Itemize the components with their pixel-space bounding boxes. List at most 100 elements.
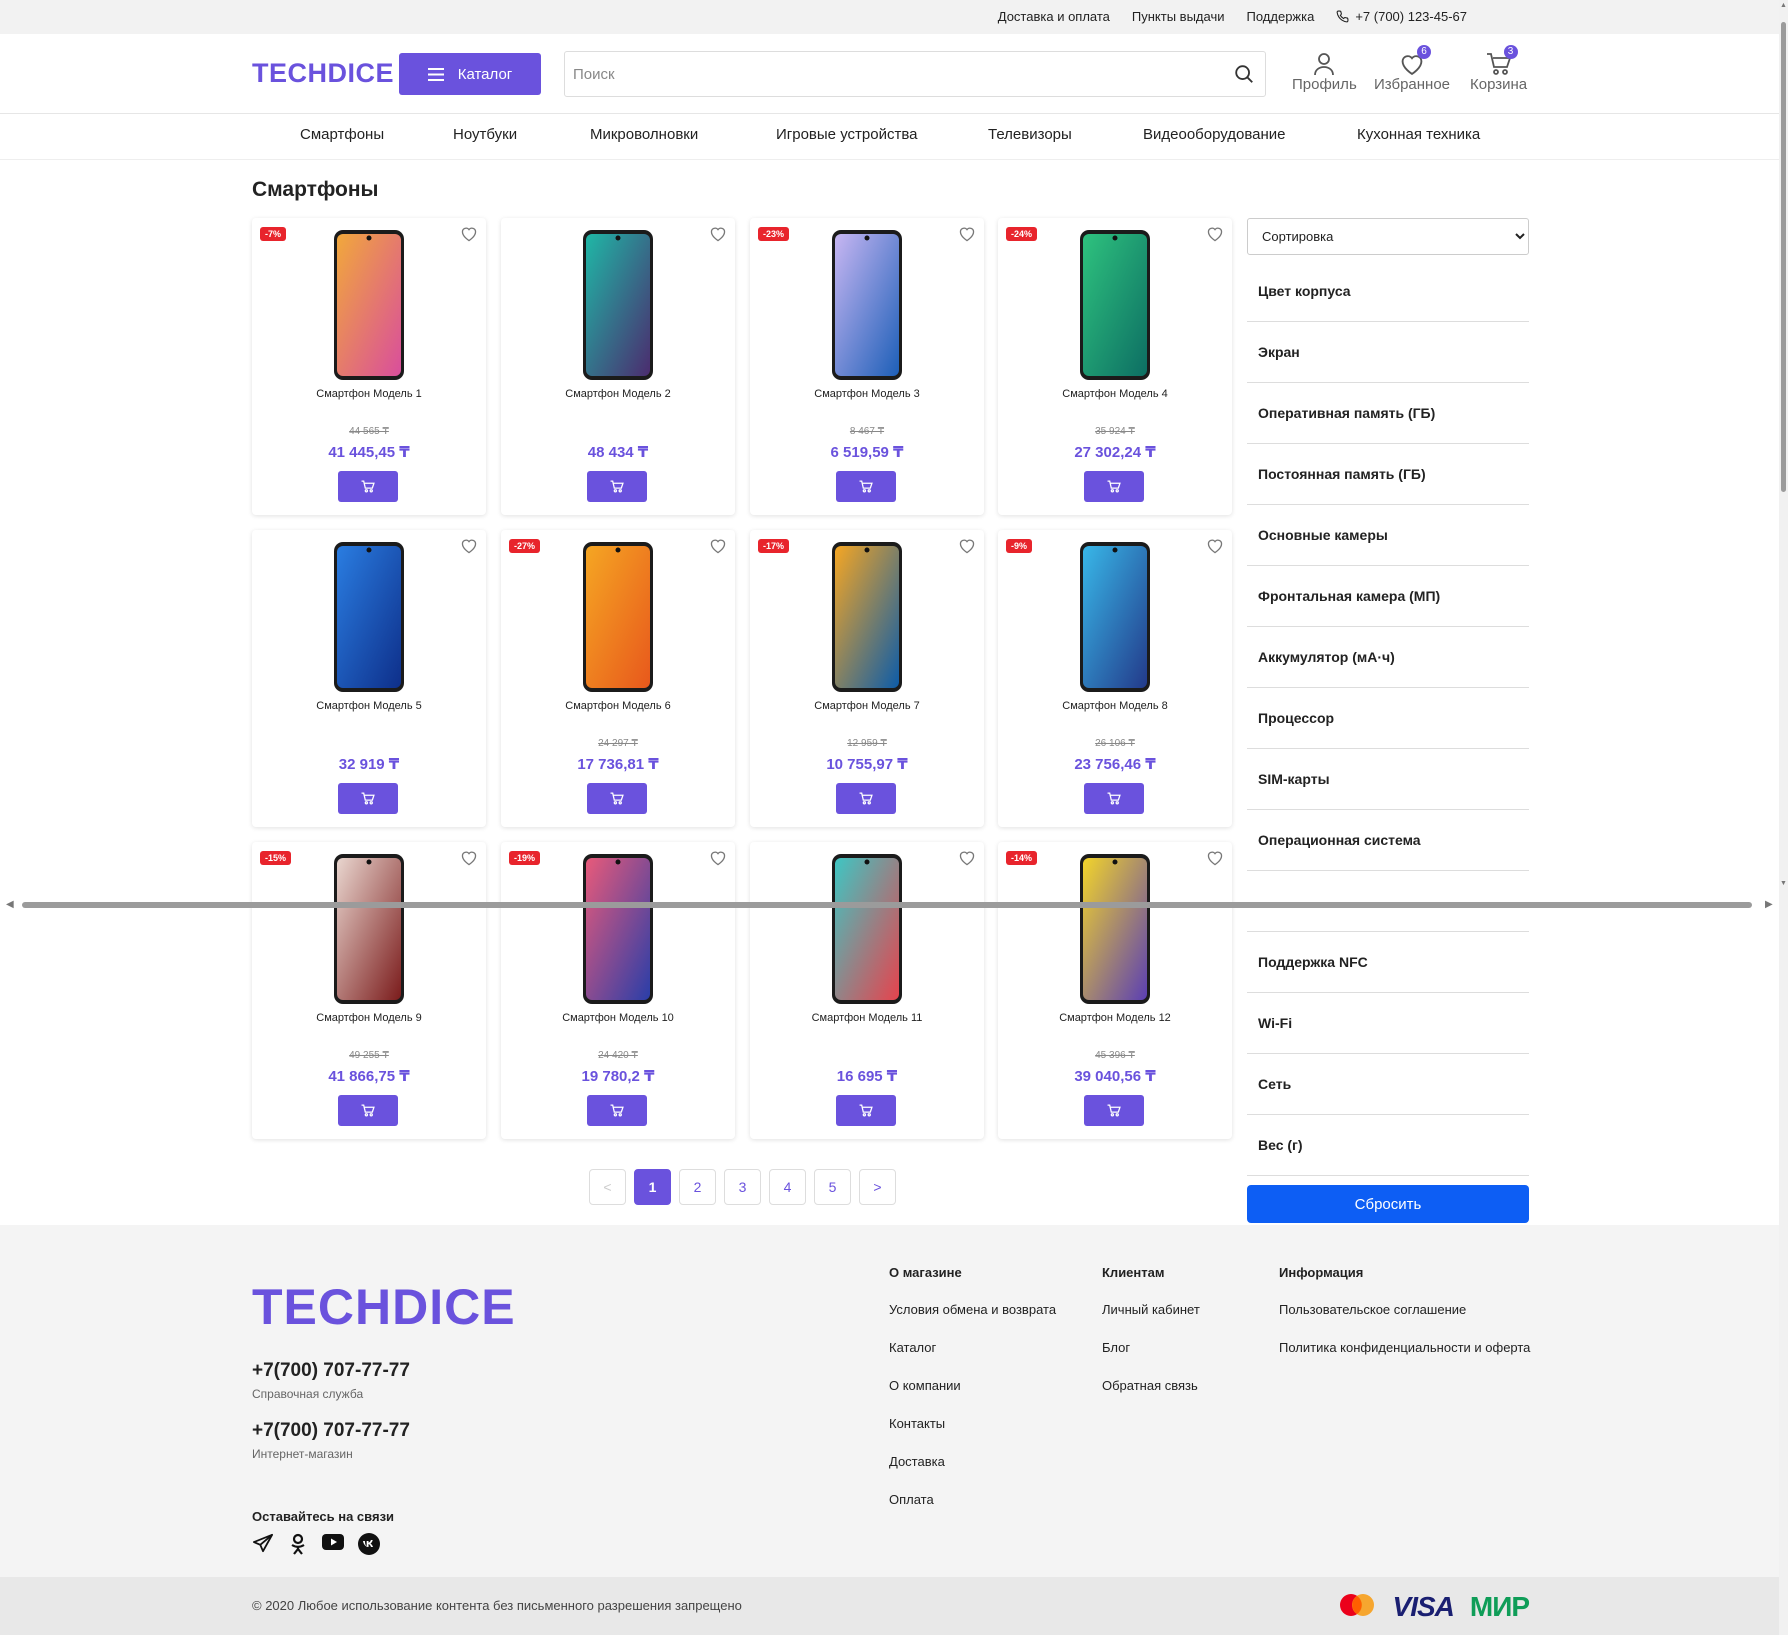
product-name[interactable]: Смартфон Модель 11 bbox=[750, 1012, 984, 1024]
footer-phone-shop[interactable]: +7(700) 707-77-77 bbox=[252, 1420, 410, 1442]
favorite-heart-icon[interactable] bbox=[460, 538, 478, 559]
product-image[interactable] bbox=[831, 853, 903, 1010]
footer-link[interactable]: О компании bbox=[889, 1378, 1056, 1416]
product-card[interactable]: -19% Смартфон Модель 10 24 420 ₸ 19 780,2 … bbox=[501, 842, 735, 1139]
filter-item[interactable]: Поддержка NFC bbox=[1247, 932, 1529, 993]
product-name[interactable]: Смартфон Модель 9 bbox=[252, 1012, 486, 1024]
product-card[interactable]: -23% Смартфон Модель 3 8 467 ₸ 6 519,59 ₸ bbox=[750, 218, 984, 515]
add-to-cart-button[interactable] bbox=[836, 783, 896, 814]
favorite-heart-icon[interactable] bbox=[460, 226, 478, 247]
pagination-page[interactable]: 1 bbox=[634, 1169, 671, 1205]
scroll-left-icon[interactable]: ◀ bbox=[6, 899, 14, 910]
product-card[interactable]: -27% Смартфон Модель 6 24 297 ₸ 17 736,81 … bbox=[501, 530, 735, 827]
search-icon[interactable] bbox=[1233, 63, 1255, 90]
product-image[interactable] bbox=[1079, 229, 1151, 386]
pagination-page[interactable]: 2 bbox=[679, 1169, 716, 1205]
add-to-cart-button[interactable] bbox=[836, 471, 896, 502]
favorite-heart-icon[interactable] bbox=[958, 226, 976, 247]
product-card[interactable]: -17% Смартфон Модель 7 12 959 ₸ 10 755,97 … bbox=[750, 530, 984, 827]
favorite-heart-icon[interactable] bbox=[1206, 850, 1224, 871]
vertical-scrollbar[interactable]: ▲ ▼ bbox=[1779, 0, 1788, 1635]
filter-item[interactable]: Оперативная память (ГБ) bbox=[1247, 383, 1529, 444]
product-name[interactable]: Смартфон Модель 8 bbox=[998, 700, 1232, 712]
pagination-next[interactable]: > bbox=[859, 1169, 896, 1205]
add-to-cart-button[interactable] bbox=[1084, 1095, 1144, 1126]
add-to-cart-button[interactable] bbox=[338, 783, 398, 814]
footer-phone-help[interactable]: +7(700) 707-77-77 bbox=[252, 1360, 410, 1382]
pagination-page[interactable]: 4 bbox=[769, 1169, 806, 1205]
footer-link[interactable]: Блог bbox=[1102, 1340, 1200, 1378]
product-name[interactable]: Смартфон Модель 1 bbox=[252, 388, 486, 400]
odnoklassniki-icon[interactable] bbox=[288, 1533, 308, 1560]
product-image[interactable] bbox=[582, 853, 654, 1010]
product-card[interactable]: Смартфон Модель 2 48 434 ₸ bbox=[501, 218, 735, 515]
add-to-cart-button[interactable] bbox=[338, 471, 398, 502]
product-image[interactable] bbox=[582, 541, 654, 698]
logo[interactable]: TECHDICE bbox=[252, 58, 394, 89]
product-name[interactable]: Смартфон Модель 12 bbox=[998, 1012, 1232, 1024]
sort-select[interactable]: Сортировка bbox=[1247, 218, 1529, 255]
vk-icon[interactable] bbox=[358, 1533, 380, 1560]
delivery-link[interactable]: Доставка и оплата bbox=[998, 9, 1110, 24]
filter-item[interactable]: Экран bbox=[1247, 322, 1529, 383]
filter-item[interactable]: Вес (г) bbox=[1247, 1115, 1529, 1176]
filter-item[interactable]: Постоянная память (ГБ) bbox=[1247, 444, 1529, 505]
footer-link[interactable]: Политика конфиденциальности и оферта bbox=[1279, 1340, 1530, 1378]
pickup-points-link[interactable]: Пункты выдачи bbox=[1132, 9, 1225, 24]
favorite-heart-icon[interactable] bbox=[460, 850, 478, 871]
favorite-heart-icon[interactable] bbox=[1206, 538, 1224, 559]
product-image[interactable] bbox=[1079, 541, 1151, 698]
footer-link[interactable]: Личный кабинет bbox=[1102, 1302, 1200, 1340]
telegram-icon[interactable] bbox=[252, 1533, 274, 1560]
footer-link[interactable]: Условия обмена и возврата bbox=[889, 1302, 1056, 1340]
filter-item[interactable]: Фронтальная камера (МП) bbox=[1247, 566, 1529, 627]
favorite-heart-icon[interactable] bbox=[709, 538, 727, 559]
product-name[interactable]: Смартфон Модель 7 bbox=[750, 700, 984, 712]
scroll-down-icon[interactable]: ▼ bbox=[1780, 880, 1787, 887]
pagination-prev[interactable]: < bbox=[589, 1169, 626, 1205]
product-name[interactable]: Смартфон Модель 6 bbox=[501, 700, 735, 712]
add-to-cart-button[interactable] bbox=[587, 1095, 647, 1126]
filter-item[interactable]: Цвет корпуса bbox=[1247, 261, 1529, 322]
profile-button[interactable]: Профиль bbox=[1292, 48, 1357, 93]
scroll-up-icon[interactable]: ▲ bbox=[1780, 2, 1787, 9]
product-image[interactable] bbox=[333, 229, 405, 386]
pagination-page[interactable]: 5 bbox=[814, 1169, 851, 1205]
filter-item[interactable]: SIM-карты bbox=[1247, 749, 1529, 810]
product-card[interactable]: -14% Смартфон Модель 12 45 396 ₸ 39 040,56… bbox=[998, 842, 1232, 1139]
youtube-icon[interactable] bbox=[322, 1533, 344, 1560]
cart-button[interactable]: 3 Корзина bbox=[1470, 45, 1527, 93]
search-input[interactable] bbox=[565, 52, 1205, 96]
catalog-button[interactable]: Каталог bbox=[399, 53, 541, 95]
footer-link[interactable]: Обратная связь bbox=[1102, 1378, 1200, 1416]
filter-item[interactable]: Сеть bbox=[1247, 1054, 1529, 1115]
product-name[interactable]: Смартфон Модель 2 bbox=[501, 388, 735, 400]
horizontal-scrollbar[interactable]: ◀ ▶ bbox=[0, 896, 1779, 914]
product-image[interactable] bbox=[831, 541, 903, 698]
pagination-page[interactable]: 3 bbox=[724, 1169, 761, 1205]
product-card[interactable]: -9% Смартфон Модель 8 26 106 ₸ 23 756,46 ₸ bbox=[998, 530, 1232, 827]
nav-item-laptops[interactable]: Ноутбуки bbox=[453, 126, 517, 143]
product-card[interactable]: -15% Смартфон Модель 9 49 255 ₸ 41 866,75 … bbox=[252, 842, 486, 1139]
add-to-cart-button[interactable] bbox=[338, 1095, 398, 1126]
favorite-heart-icon[interactable] bbox=[709, 850, 727, 871]
product-name[interactable]: Смартфон Модель 5 bbox=[252, 700, 486, 712]
nav-item-gaming[interactable]: Игровые устройства bbox=[776, 126, 917, 143]
reset-button[interactable]: Сбросить bbox=[1247, 1185, 1529, 1223]
product-name[interactable]: Смартфон Модель 3 bbox=[750, 388, 984, 400]
favorite-heart-icon[interactable] bbox=[958, 850, 976, 871]
nav-item-smartphones[interactable]: Смартфоны bbox=[300, 126, 384, 143]
product-name[interactable]: Смартфон Модель 4 bbox=[998, 388, 1232, 400]
footer-link[interactable]: Контакты bbox=[889, 1416, 1056, 1454]
favorites-button[interactable]: 6 Избранное bbox=[1374, 45, 1450, 93]
product-card[interactable]: -7% Смартфон Модель 1 44 565 ₸ 41 445,45 ₸ bbox=[252, 218, 486, 515]
nav-item-video[interactable]: Видеооборудование bbox=[1143, 126, 1286, 143]
add-to-cart-button[interactable] bbox=[587, 471, 647, 502]
product-image[interactable] bbox=[831, 229, 903, 386]
support-link[interactable]: Поддержка bbox=[1247, 9, 1315, 24]
nav-item-kitchen[interactable]: Кухонная техника bbox=[1357, 126, 1480, 143]
add-to-cart-button[interactable] bbox=[1084, 471, 1144, 502]
favorite-heart-icon[interactable] bbox=[1206, 226, 1224, 247]
product-image[interactable] bbox=[333, 853, 405, 1010]
favorite-heart-icon[interactable] bbox=[958, 538, 976, 559]
